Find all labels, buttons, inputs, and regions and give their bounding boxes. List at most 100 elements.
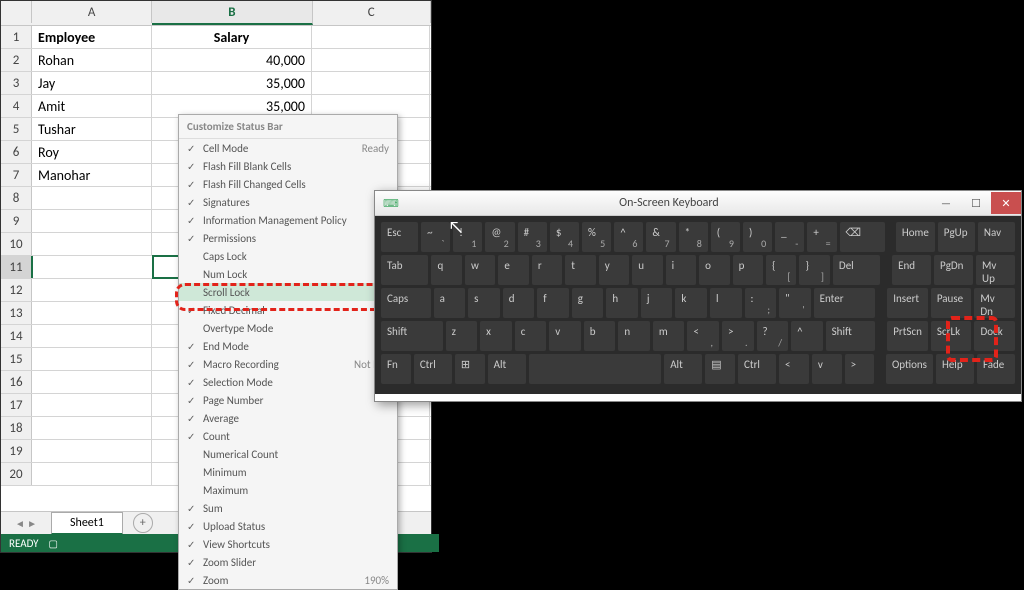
key-m[interactable]: m bbox=[653, 321, 685, 351]
cell[interactable]: Jay bbox=[32, 72, 152, 94]
key-o[interactable]: o bbox=[699, 255, 729, 285]
key-b[interactable]: b bbox=[584, 321, 616, 351]
menu-item[interactable]: Num Lock bbox=[179, 265, 397, 283]
cell[interactable] bbox=[32, 302, 152, 324]
key-l[interactable]: l bbox=[710, 288, 742, 318]
key-_ -[interactable]: _- bbox=[775, 222, 804, 252]
key-x[interactable]: x bbox=[480, 321, 512, 351]
select-all-corner[interactable] bbox=[1, 1, 32, 23]
key-Fade[interactable]: Fade bbox=[977, 354, 1015, 384]
key-<[interactable]: < bbox=[779, 354, 809, 384]
row-header[interactable]: 12 bbox=[1, 279, 32, 301]
cell[interactable] bbox=[32, 463, 152, 485]
key-z[interactable]: z bbox=[446, 321, 478, 351]
new-sheet-button[interactable]: + bbox=[133, 513, 153, 533]
key-Esc[interactable]: Esc bbox=[381, 222, 418, 252]
row-header[interactable]: 2 bbox=[1, 49, 32, 71]
key-Shift[interactable]: Shift bbox=[826, 321, 876, 351]
cell[interactable] bbox=[32, 210, 152, 232]
key-+ =[interactable]: += bbox=[807, 222, 836, 252]
cell[interactable]: 35,000 bbox=[152, 72, 312, 94]
col-header-c[interactable]: C bbox=[313, 1, 431, 23]
cell[interactable] bbox=[312, 49, 430, 71]
key-Tab[interactable]: Tab bbox=[381, 255, 428, 285]
menu-item[interactable]: ✓Permissions bbox=[179, 229, 397, 247]
key-# 3[interactable]: #3 bbox=[518, 222, 547, 252]
key-Nav[interactable]: Nav bbox=[978, 222, 1015, 252]
row-header[interactable]: 13 bbox=[1, 302, 32, 324]
row-header[interactable]: 18 bbox=[1, 417, 32, 439]
menu-item[interactable]: ✓Macro RecordingNot Rec bbox=[179, 355, 397, 373]
key-PgDn[interactable]: PgDn bbox=[934, 255, 973, 285]
key-v[interactable]: v bbox=[812, 354, 842, 384]
menu-item[interactable]: ✓Page Number bbox=[179, 391, 397, 409]
menu-item[interactable]: Scroll Lock bbox=[179, 283, 397, 301]
key-Alt[interactable]: Alt bbox=[664, 354, 702, 384]
cell[interactable]: Salary bbox=[152, 26, 312, 48]
key-Alt[interactable]: Alt bbox=[488, 354, 526, 384]
row-header[interactable]: 5 bbox=[1, 118, 32, 140]
row-header[interactable]: 4 bbox=[1, 95, 32, 117]
key-Options[interactable]: Options bbox=[886, 354, 933, 384]
cell[interactable] bbox=[32, 417, 152, 439]
cell[interactable] bbox=[33, 256, 153, 278]
key-s[interactable]: s bbox=[468, 288, 500, 318]
key-f[interactable]: f bbox=[537, 288, 569, 318]
key-Ctrl[interactable]: Ctrl bbox=[414, 354, 452, 384]
menu-item[interactable]: ✓Zoom Slider bbox=[179, 553, 397, 571]
key-g[interactable]: g bbox=[572, 288, 604, 318]
key-t[interactable]: t bbox=[565, 255, 595, 285]
cell[interactable] bbox=[32, 325, 152, 347]
key-e[interactable]: e bbox=[498, 255, 528, 285]
key-q[interactable]: q bbox=[431, 255, 461, 285]
osk-titlebar[interactable]: ⌨ On-Screen Keyboard — ☐ ✕ bbox=[375, 191, 1021, 216]
menu-item[interactable]: ✓Information Management Policy bbox=[179, 211, 397, 229]
key-r[interactable]: r bbox=[532, 255, 562, 285]
macro-record-icon[interactable]: ▢ bbox=[49, 537, 58, 550]
row-header[interactable]: 17 bbox=[1, 394, 32, 416]
menu-item[interactable]: ✓Count bbox=[179, 427, 397, 445]
cell[interactable]: Manohar bbox=[32, 164, 152, 186]
cell[interactable] bbox=[32, 348, 152, 370]
cell[interactable] bbox=[32, 279, 152, 301]
key-Del[interactable]: Del bbox=[833, 255, 880, 285]
menu-item[interactable]: ✓Fixed Decimal bbox=[179, 301, 397, 319]
cell[interactable] bbox=[32, 394, 152, 416]
key-i[interactable]: i bbox=[666, 255, 696, 285]
key-: ;[interactable]: :; bbox=[745, 288, 777, 318]
key-Ctrl[interactable]: Ctrl bbox=[738, 354, 776, 384]
key-space[interactable] bbox=[529, 354, 662, 384]
col-header-b[interactable]: B bbox=[152, 1, 312, 25]
key-⌫[interactable]: ⌫ bbox=[840, 222, 885, 252]
key-@ 2[interactable]: @2 bbox=[485, 222, 514, 252]
on-screen-keyboard-window[interactable]: ⌨ On-Screen Keyboard — ☐ ✕ Esc~`!1@2#3$4… bbox=[374, 190, 1022, 402]
key-Enter[interactable]: Enter bbox=[814, 288, 876, 318]
key-? /[interactable]: ?/ bbox=[757, 321, 789, 351]
menu-item[interactable]: Numerical Count bbox=[179, 445, 397, 463]
row-header[interactable]: 6 bbox=[1, 141, 32, 163]
row-header[interactable]: 15 bbox=[1, 348, 32, 370]
key-Caps[interactable]: Caps bbox=[381, 288, 431, 318]
key-End[interactable]: End bbox=[892, 255, 931, 285]
menu-item[interactable]: ✓Selection Mode bbox=[179, 373, 397, 391]
key-v[interactable]: v bbox=[549, 321, 581, 351]
key-ScrLk[interactable]: ScrLk bbox=[931, 321, 972, 351]
menu-item[interactable]: ✓Signatures bbox=[179, 193, 397, 211]
cell[interactable]: Roy bbox=[32, 141, 152, 163]
cell[interactable] bbox=[312, 26, 430, 48]
minimize-button[interactable]: — bbox=[931, 192, 961, 214]
menu-item[interactable]: Minimum bbox=[179, 463, 397, 481]
key-d[interactable]: d bbox=[503, 288, 535, 318]
cell[interactable]: 40,000 bbox=[152, 49, 312, 71]
key-w[interactable]: w bbox=[465, 255, 495, 285]
key-Mv Up[interactable]: Mv Up bbox=[976, 255, 1015, 285]
key-Insert[interactable]: Insert bbox=[887, 288, 928, 318]
key->[interactable]: > bbox=[845, 354, 875, 384]
key-Pause[interactable]: Pause bbox=[931, 288, 972, 318]
key-y[interactable]: y bbox=[599, 255, 629, 285]
key-Home[interactable]: Home bbox=[896, 222, 935, 252]
key-> .[interactable]: >. bbox=[722, 321, 754, 351]
menu-item[interactable]: Maximum bbox=[179, 481, 397, 499]
col-header-a[interactable]: A bbox=[32, 1, 152, 23]
key-c[interactable]: c bbox=[515, 321, 547, 351]
